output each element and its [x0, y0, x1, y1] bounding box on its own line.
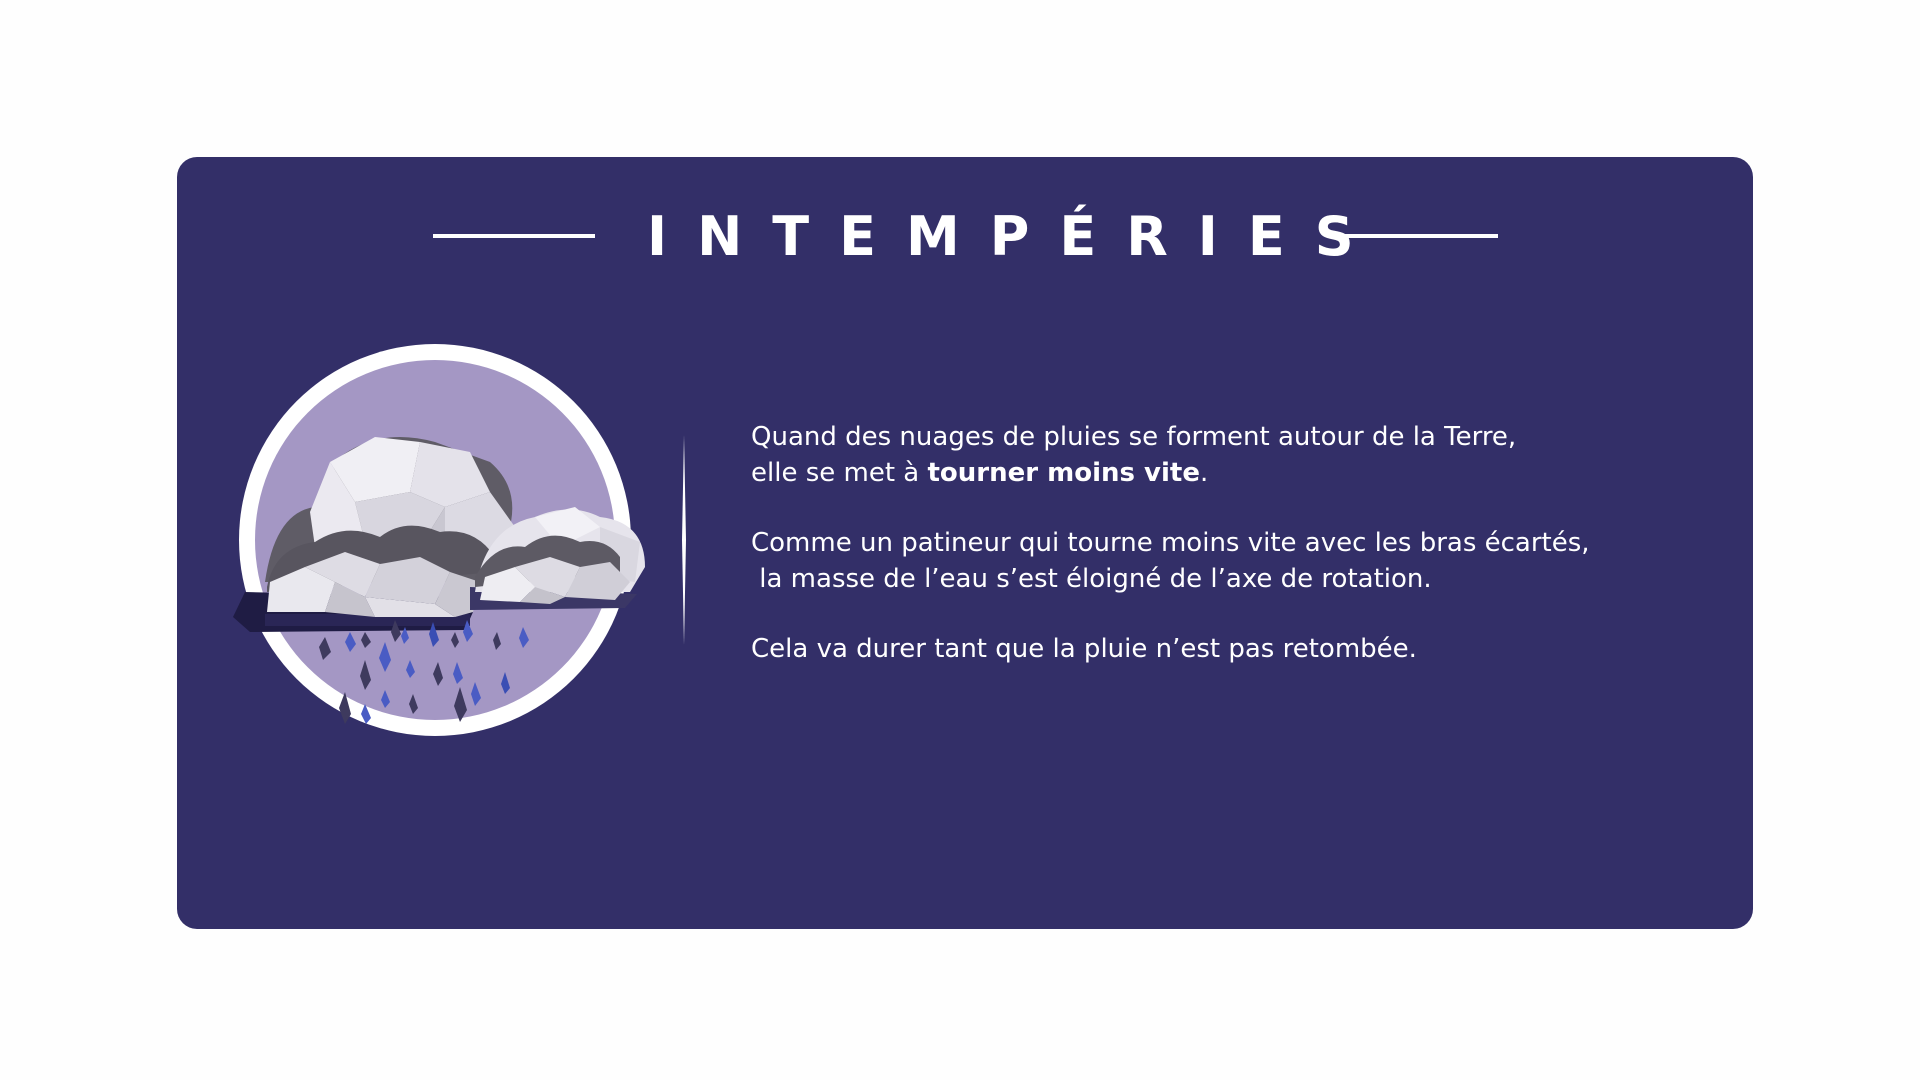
title-rule-left	[433, 234, 595, 238]
rain-cloud-icon	[233, 344, 645, 736]
rain-cloud-illustration	[205, 342, 655, 762]
paragraph-2: Comme un patineur qui tourne moins vite …	[751, 525, 1711, 597]
emphasis-text: tourner moins vite	[927, 458, 1200, 488]
page-title: INTEMPÉRIES	[647, 205, 1384, 268]
paragraph-1-line-2-start: elle se met à	[751, 458, 928, 488]
paragraph-2-line-1: Comme un patineur qui tourne moins vite …	[751, 528, 1590, 558]
paragraph-3-line-1: Cela va durer tant que la pluie n’est pa…	[751, 634, 1417, 664]
title-rule-right	[1336, 234, 1498, 238]
paragraph-1: Quand des nuages de pluies se forment au…	[751, 419, 1711, 491]
paragraph-1-line-1: Quand des nuages de pluies se forment au…	[751, 422, 1517, 452]
paragraph-2-line-2: la masse de l’eau s’est éloigné de l’axe…	[751, 564, 1432, 594]
paragraph-3: Cela va durer tant que la pluie n’est pa…	[751, 631, 1711, 667]
info-card: INTEMPÉRIES Quand des nuages de pluies s…	[177, 157, 1753, 929]
vertical-divider	[682, 435, 686, 645]
description: Quand des nuages de pluies se forment au…	[751, 419, 1711, 701]
paragraph-1-line-2-end: .	[1199, 458, 1209, 488]
